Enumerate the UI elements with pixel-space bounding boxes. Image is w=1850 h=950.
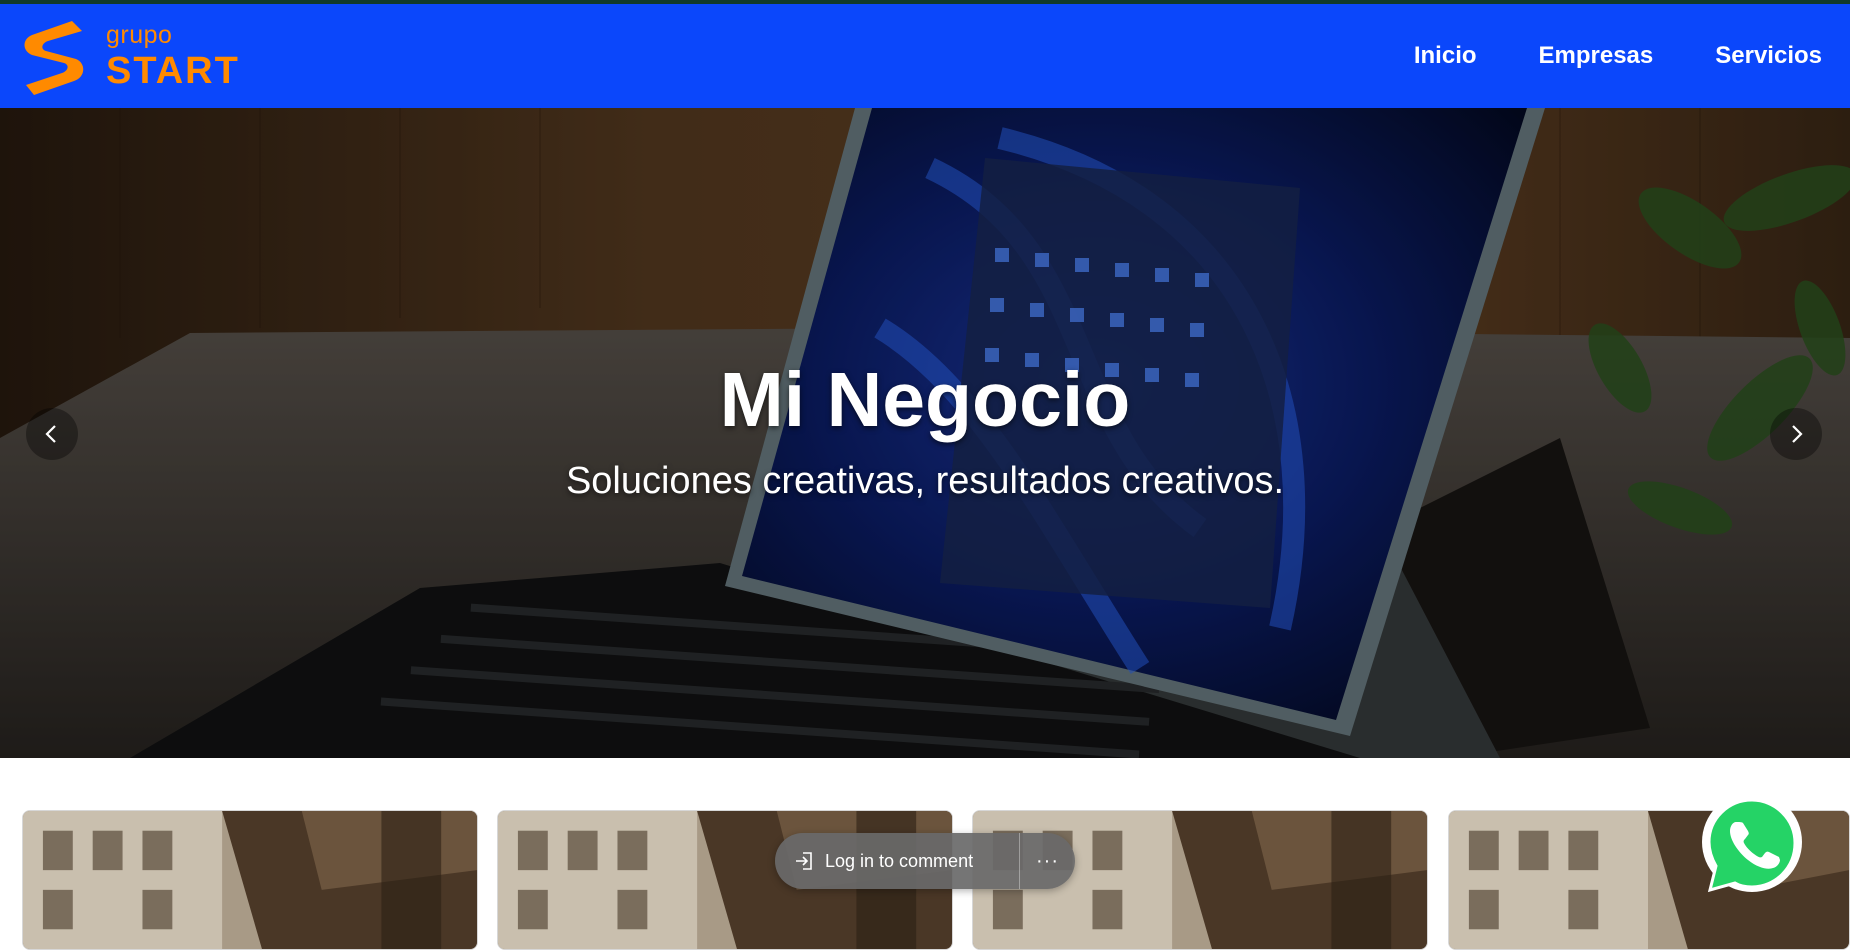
nav-link-empresas[interactable]: Empresas	[1539, 42, 1654, 70]
brand-big-text: START	[106, 49, 240, 92]
nav-link-servicios[interactable]: Servicios	[1715, 42, 1822, 70]
chevron-right-icon	[1792, 425, 1803, 443]
carousel-prev-button[interactable]	[26, 408, 78, 460]
hero-subtitle: Soluciones creativas, resultados creativ…	[565, 460, 1285, 502]
carousel-next-button[interactable]	[1770, 408, 1822, 460]
login-to-comment-button[interactable]: Log in to comment	[775, 833, 1020, 889]
main-nav: Inicio Empresas Servicios	[1414, 42, 1822, 70]
navbar: grupo START Inicio Empresas Servicios	[0, 4, 1850, 108]
hero-carousel: Mi Negocio Soluciones creativas, resulta…	[0, 108, 1850, 758]
brand-small-text: grupo	[106, 20, 173, 49]
card[interactable]	[22, 810, 478, 950]
brand-logo[interactable]: grupo START	[20, 4, 240, 108]
comment-bar: Log in to comment ···	[775, 833, 1075, 889]
comment-label: Log in to comment	[825, 850, 974, 871]
hero-title: Mi Negocio	[719, 357, 1131, 443]
card-image	[23, 811, 477, 949]
login-icon	[796, 852, 812, 870]
whatsapp-icon	[1702, 792, 1802, 893]
s-logo-icon	[24, 21, 84, 95]
nav-link-inicio[interactable]: Inicio	[1414, 42, 1477, 70]
chevron-left-icon	[45, 425, 56, 443]
more-options-button[interactable]: ···	[1020, 850, 1075, 873]
whatsapp-button[interactable]	[1696, 790, 1808, 902]
